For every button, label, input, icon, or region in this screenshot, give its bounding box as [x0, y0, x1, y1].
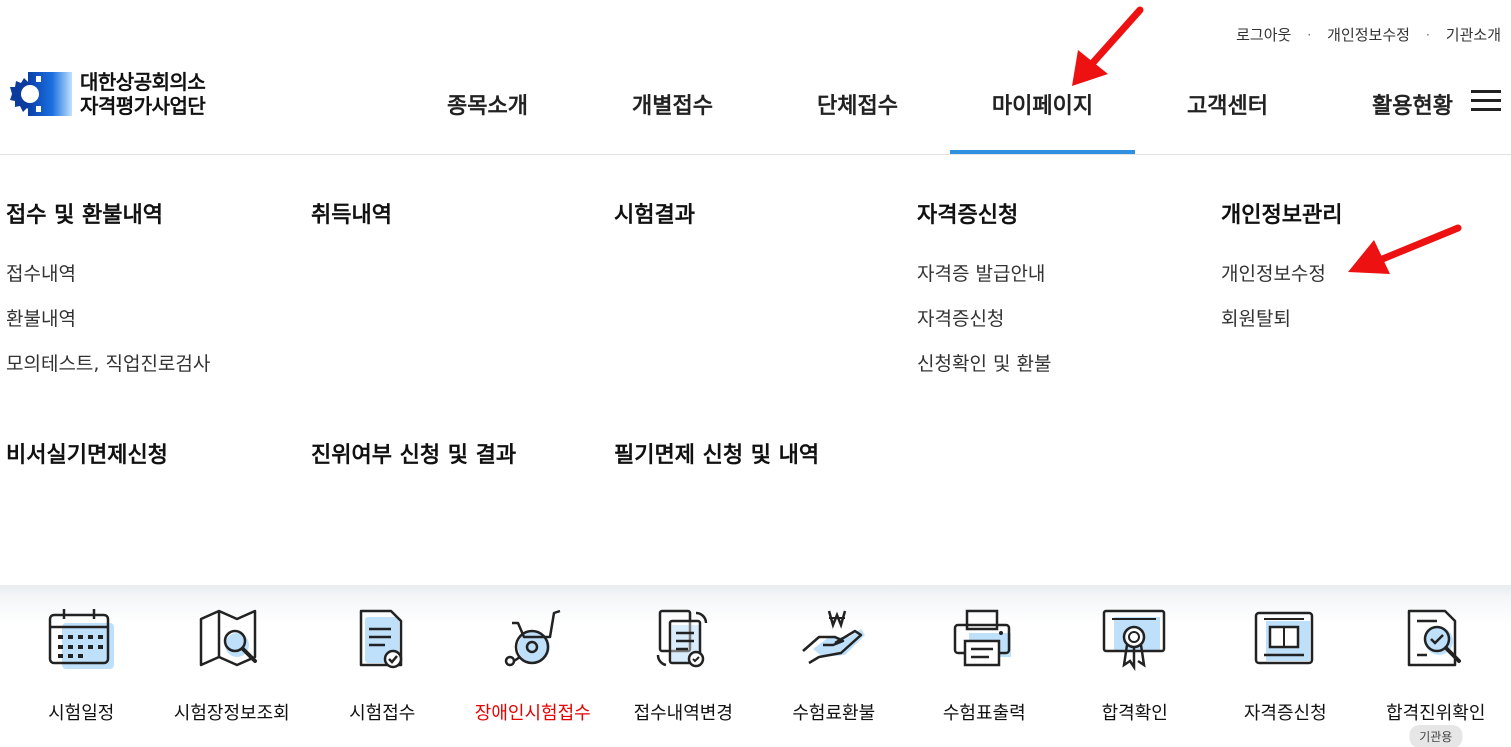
quick-item-label: 자격증신청 [1243, 703, 1327, 724]
menu-heading[interactable]: 시험결과 [614, 197, 695, 229]
menu-item-apply-history[interactable]: 접수내역 [6, 259, 210, 286]
menu-column-apply-refund: 접수 및 환불내역 접수내역 환불내역 모의테스트, 직업진로검사 [6, 197, 210, 394]
hamburger-menu-icon[interactable] [1471, 90, 1501, 112]
menu-item-certificate-check[interactable]: 신청확인 및 환불 [917, 349, 1051, 376]
quick-item-print-ticket[interactable]: 수험표출력 [909, 585, 1060, 747]
menu-heading[interactable]: 진위여부 신청 및 결과 [311, 437, 516, 469]
quick-item-label: 수험표출력 [942, 703, 1026, 724]
menu-column-secretary-exempt: 비서실기면제신청 [6, 437, 168, 499]
documents-refresh-icon [656, 609, 708, 668]
gear-logo-icon [10, 72, 72, 116]
nav-item-individual-apply[interactable]: 개별접수 [580, 78, 765, 154]
quick-item-disabled-apply[interactable]: 장애인시험접수 [458, 585, 609, 747]
wheelchair-icon [504, 609, 561, 667]
main-navigation: 종목소개 개별접수 단체접수 마이페이지 고객센터 활용현황 [395, 78, 1511, 154]
red-arrow-annotation [1348, 224, 1462, 274]
quick-item-pass-check[interactable]: 합격확인 [1060, 585, 1211, 747]
logo-text: 대한상공회의소 자격평가사업단 [80, 70, 206, 118]
menu-column-profile: 개인정보관리 개인정보수정 회원탈퇴 [1221, 197, 1342, 349]
quick-item-label: 합격진위확인 [1386, 703, 1486, 724]
menu-column-written-exempt: 필기면제 신청 및 내역 [614, 437, 819, 499]
edit-profile-link[interactable]: 개인정보수정 [1327, 24, 1410, 45]
nav-item-group-apply[interactable]: 단체접수 [765, 78, 950, 154]
quick-menu-band: 시험일정 시험장정보조회 시험접수 장애인시험접수 접수내역변경 수험료환불 수… [0, 585, 1511, 747]
logo-line2: 자격평가사업단 [80, 94, 206, 118]
quick-item-change-apply[interactable]: 접수내역변경 [608, 585, 759, 747]
menu-heading[interactable]: 취득내역 [311, 197, 392, 229]
calendar-icon [49, 609, 115, 669]
menu-item-certificate-apply[interactable]: 자격증신청 [917, 304, 1051, 331]
menu-heading[interactable]: 자격증신청 [917, 197, 1051, 229]
menu-heading[interactable]: 접수 및 환불내역 [6, 197, 210, 229]
menu-column-acquisitions: 취득내역 [311, 197, 392, 259]
menu-column-certificate: 자격증신청 자격증 발급안내 자격증신청 신청확인 및 환불 [917, 197, 1051, 394]
quick-item-label: 합격확인 [1101, 703, 1168, 724]
menu-heading[interactable]: 개인정보관리 [1221, 197, 1342, 229]
institution-badge: 기관용 [1409, 725, 1463, 747]
menu-item-certificate-guide[interactable]: 자격증 발급안내 [917, 259, 1051, 286]
map-search-icon [199, 609, 257, 667]
id-card-icon [1255, 611, 1314, 665]
menu-item-edit-profile[interactable]: 개인정보수정 [1221, 259, 1342, 286]
quick-item-schedule[interactable]: 시험일정 [6, 585, 157, 747]
nav-item-subjects[interactable]: 종목소개 [395, 78, 580, 154]
certificate-medal-icon [1102, 609, 1165, 671]
quick-item-certificate-apply[interactable]: 자격증신청 [1210, 585, 1361, 747]
quick-item-authenticity-check[interactable]: 합격진위확인 기관용 [1361, 585, 1511, 747]
hand-won-icon [801, 610, 865, 665]
menu-column-results: 시험결과 [614, 197, 695, 259]
menu-heading[interactable]: 필기면제 신청 및 내역 [614, 437, 819, 469]
quick-item-label: 시험장정보조회 [173, 703, 290, 724]
quick-item-label: 시험일정 [48, 703, 115, 724]
red-arrow-annotation [1072, 6, 1144, 86]
logo-line1: 대한상공회의소 [80, 70, 206, 94]
menu-heading[interactable]: 비서실기면제신청 [6, 437, 168, 469]
menu-item-refund-history[interactable]: 환불내역 [6, 304, 210, 331]
separator: · [1307, 27, 1312, 42]
quick-item-label: 수험료환불 [792, 703, 876, 724]
menu-item-withdraw[interactable]: 회원탈퇴 [1221, 304, 1342, 331]
printer-icon [954, 609, 1012, 667]
document-magnifier-icon [1407, 609, 1461, 667]
document-check-icon [360, 609, 403, 669]
logout-link[interactable]: 로그아웃 [1236, 24, 1291, 45]
nav-item-customer-center[interactable]: 고객센터 [1135, 78, 1320, 154]
quick-item-label: 장애인시험접수 [474, 703, 591, 724]
quick-item-label: 시험접수 [349, 703, 416, 724]
quick-item-venue-search[interactable]: 시험장정보조회 [157, 585, 308, 747]
separator: · [1425, 27, 1430, 42]
about-link[interactable]: 기관소개 [1446, 24, 1501, 45]
mypage-dropdown-menu: 접수 및 환불내역 접수내역 환불내역 모의테스트, 직업진로검사 취득내역 시… [0, 155, 1511, 585]
site-logo[interactable]: 대한상공회의소 자격평가사업단 [6, 68, 206, 120]
utility-links: 로그아웃 · 개인정보수정 · 기관소개 [1236, 24, 1501, 45]
menu-column-authenticity: 진위여부 신청 및 결과 [311, 437, 516, 499]
quick-item-apply[interactable]: 시험접수 [307, 585, 458, 747]
quick-item-fee-refund[interactable]: 수험료환불 [759, 585, 910, 747]
menu-item-mock-test[interactable]: 모의테스트, 직업진로검사 [6, 349, 210, 376]
quick-item-label: 접수내역변경 [633, 703, 733, 724]
